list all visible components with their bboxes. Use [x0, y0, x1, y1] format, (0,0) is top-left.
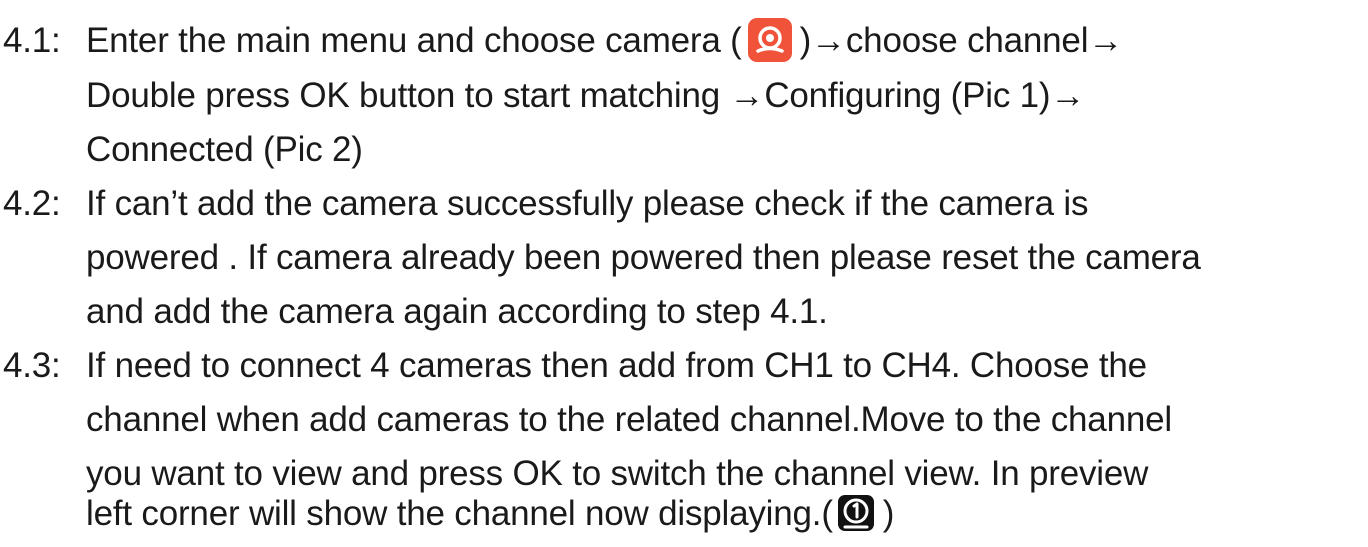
step-text: powered . If camera already been powered… [86, 238, 1201, 277]
step-text: and add the camera again according to st… [86, 292, 828, 331]
step-text: If can’t add the camera successfully ple… [86, 184, 1089, 223]
instructions-document: 4.1: Enter the main menu and choose camer… [0, 0, 1368, 547]
step-text: left corner will show the channel now di… [86, 494, 833, 533]
step-text: Connected (Pic 2) [86, 130, 363, 169]
step-4-1-line-3: Connected (Pic 2) [0, 124, 363, 176]
step-4-1-line-2: Double press OK button to start matching… [0, 70, 1085, 122]
step-text: )→choose channel→ [799, 21, 1124, 60]
step-number: 4.1: [3, 21, 61, 60]
camera-app-icon [747, 17, 792, 62]
step-4-2-line-3: and add the camera again according to st… [0, 286, 828, 338]
step-4-2-line-1: 4.2: If can’t add the camera successfully… [0, 178, 1088, 230]
step-text: If need to connect 4 cameras then add fr… [86, 346, 1147, 385]
step-number: 4.2: [3, 184, 61, 223]
step-number: 4.3: [3, 346, 61, 385]
step-text: channel when add cameras to the related … [86, 400, 1172, 439]
step-4-2-line-2: powered . If camera already been powered… [0, 232, 1201, 284]
step-4-3-line-1: 4.3: If need to connect 4 cameras then ad… [0, 340, 1147, 392]
step-4-3-line-4: left corner will show the channel now di… [0, 488, 894, 540]
step-text: Double press OK button to start matching… [86, 76, 1086, 115]
step-4-3-line-2: channel when add cameras to the related … [0, 394, 1172, 446]
step-text: Enter the main menu and choose camera ( [86, 21, 742, 60]
step-4-1-line-1: 4.1: Enter the main menu and choose camer… [0, 15, 1123, 67]
step-text: ) [882, 494, 895, 533]
channel-1-icon [837, 494, 875, 532]
